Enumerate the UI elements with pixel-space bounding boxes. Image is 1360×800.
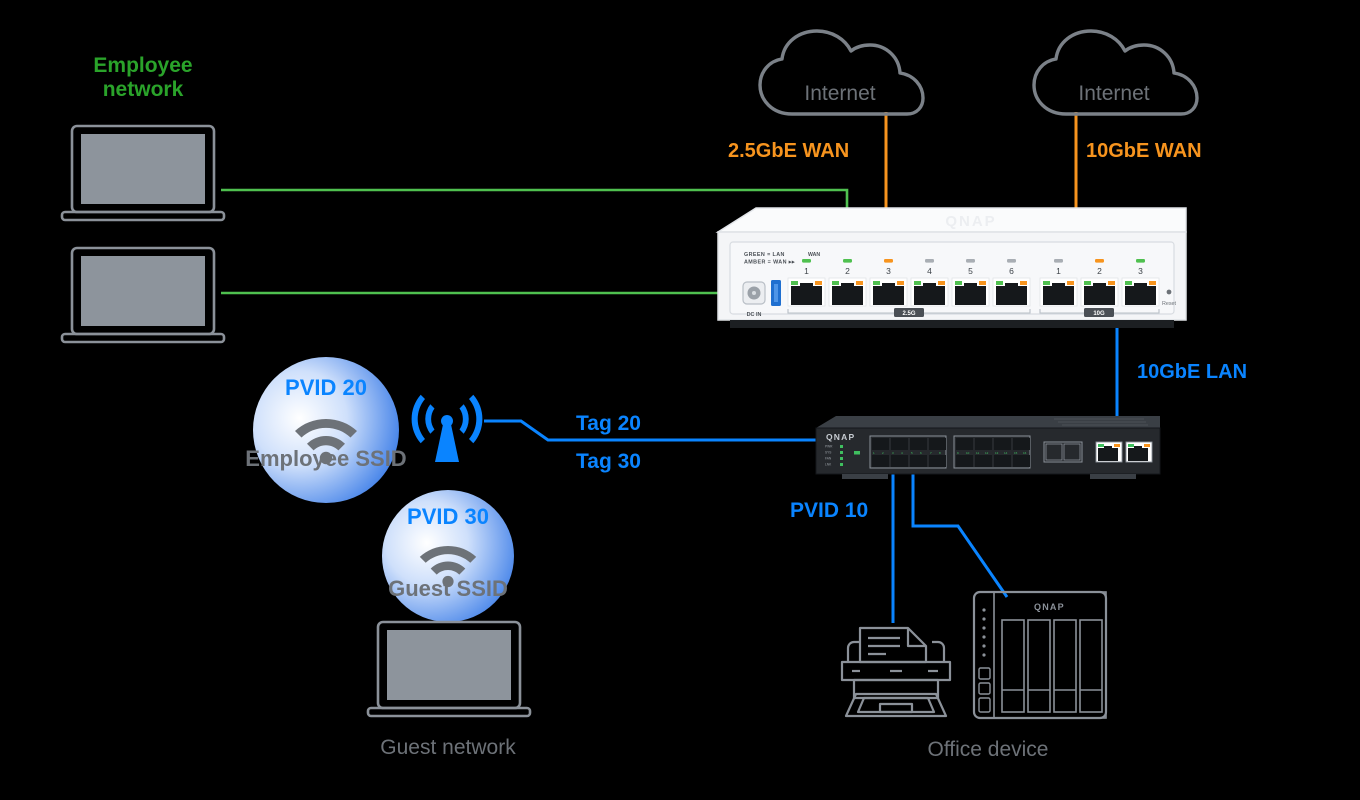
guest-network-label: Guest network: [380, 736, 516, 759]
qnap-switch: QNAP PWR SYS FAN LNK 1234 5678 9 10 11 1…: [815, 416, 1161, 479]
cable-switch-to-nas: [911, 470, 1009, 598]
svg-text:SYS: SYS: [825, 451, 831, 455]
guest-ssid-pvid-label: PVID 30: [407, 504, 489, 529]
pvid-10-label: PVID 10: [790, 499, 869, 522]
router-base-shadow: [730, 320, 1174, 328]
switch-uplink-port-2: [1125, 441, 1153, 463]
employee-network-title-line1: Employee: [93, 54, 193, 77]
svg-text:3: 3: [1138, 266, 1143, 276]
nas-brand-logo: QNAP: [1034, 602, 1065, 612]
nas-drive-bays: [1001, 619, 1103, 713]
svg-text:2: 2: [1097, 266, 1102, 276]
laptop-screen-icon: [81, 134, 205, 204]
router-top-brand: QNAP: [945, 213, 996, 230]
qnap-nas: QNAP: [972, 590, 1108, 720]
svg-text:5: 5: [968, 266, 973, 276]
printer-tray-cavity-icon: [852, 678, 940, 700]
router-legend-line1: GREEN = LAN: [744, 252, 785, 258]
laptop-screen-icon: [81, 256, 205, 326]
svg-text:14: 14: [1004, 451, 1008, 455]
svg-text:10: 10: [966, 451, 970, 455]
switch-brand-logo: QNAP: [826, 432, 855, 442]
router-10g-ports: [1039, 277, 1160, 307]
employee-network-title-line2: network: [102, 78, 184, 102]
router-usb-port-slot-icon: [774, 284, 778, 302]
svg-text:1: 1: [1056, 266, 1061, 276]
printer: [840, 626, 952, 718]
employee-ssid-name-label: Employee SSID: [245, 446, 407, 471]
laptop-employee-1: [60, 124, 226, 222]
svg-text:16: 16: [1023, 451, 1027, 455]
router-reset-button[interactable]: [1166, 289, 1172, 295]
printer-tray-handle-icon: [878, 702, 914, 714]
tag-30-label: Tag 30: [576, 450, 641, 473]
svg-text:PWR: PWR: [825, 445, 833, 449]
employee-network-title: Employee network: [48, 54, 238, 102]
laptop-base-icon: [60, 332, 226, 344]
svg-text:FAN: FAN: [825, 457, 832, 461]
nas-front-controls[interactable]: [978, 667, 991, 713]
router-10g-badge-label: 10G: [1093, 311, 1105, 317]
router-25g-badge-label: 2.5G: [902, 311, 915, 317]
svg-text:3: 3: [886, 266, 891, 276]
svg-text:12: 12: [985, 451, 989, 455]
svg-text:11: 11: [976, 451, 979, 455]
svg-text:13: 13: [995, 451, 999, 455]
tag-20-label: Tag 20: [576, 412, 641, 435]
svg-text:6: 6: [1009, 266, 1014, 276]
laptop-employee-2: [60, 246, 226, 344]
router-legend-line2: AMBER = WAN ▸▸: [744, 260, 795, 266]
router-dc-in-pin-center-icon: [752, 291, 756, 295]
cable-ap-to-switch: [484, 419, 829, 442]
internet-cloud-left-label: Internet: [804, 82, 876, 105]
office-device-label: Office device: [927, 738, 1049, 761]
nas-status-leds: [982, 608, 986, 657]
guest-ssid-name-label: Guest SSID: [388, 576, 508, 601]
svg-text:LNK: LNK: [825, 463, 832, 467]
qnap-router: QNAP GREEN = LAN AMBER = WAN ▸▸ WAN DC I…: [715, 207, 1187, 328]
lan-10gbe-label: 10GbE LAN: [1137, 361, 1248, 383]
svg-text:15: 15: [1014, 451, 1018, 455]
router-reset-label: Reset: [1162, 301, 1177, 307]
laptop-base-icon: [60, 210, 226, 222]
switch-foot-left: [842, 474, 888, 479]
printer-side-left-icon: [846, 640, 860, 662]
connection-lines-layer: [221, 112, 1119, 623]
laptop-screen-icon: [387, 630, 511, 700]
svg-text:2: 2: [845, 266, 850, 276]
employee-ssid-pvid-label: PVID 20: [285, 375, 367, 400]
svg-text:4: 4: [927, 266, 932, 276]
switch-foot-right: [1090, 474, 1136, 479]
router-dc-in-label: DC IN: [747, 312, 762, 318]
antenna-icon: [411, 394, 483, 462]
router-wan-group-label: WAN: [808, 252, 820, 258]
switch-uplink-port-1: [1095, 441, 1123, 463]
wan-10gbe-label: 10GbE WAN: [1086, 140, 1202, 162]
svg-text:1: 1: [804, 266, 809, 276]
printer-side-right-icon: [932, 640, 946, 662]
laptop-guest: [366, 620, 532, 718]
network-diagram-canvas: Internet Internet 2.5GbE WAN 10GbE WAN 1…: [0, 0, 1360, 800]
wireless-access-point: [411, 394, 483, 462]
laptop-base-icon: [366, 706, 532, 718]
internet-cloud-right-label: Internet: [1078, 82, 1150, 105]
wan-25gbe-label: 2.5GbE WAN: [728, 140, 850, 162]
